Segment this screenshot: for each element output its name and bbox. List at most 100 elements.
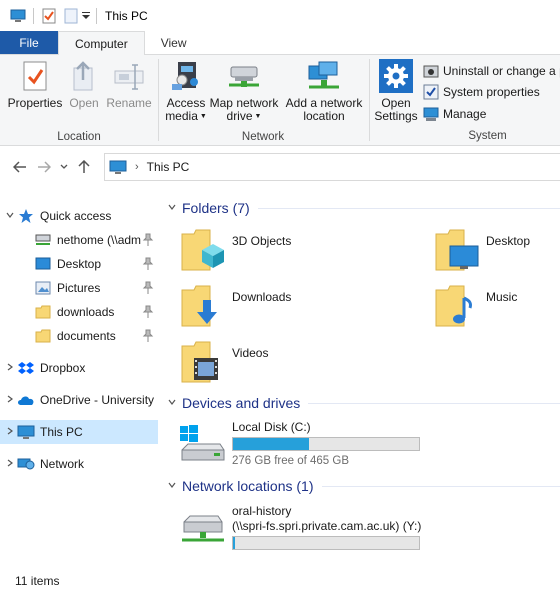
folder-icon xyxy=(34,328,52,344)
network-drive-icon xyxy=(34,232,52,248)
expanded-chevron-icon[interactable] xyxy=(164,398,180,409)
network-drive-icon xyxy=(178,508,228,548)
folder-name: Music xyxy=(486,290,518,304)
system-properties-icon xyxy=(423,84,439,100)
nav-network[interactable]: Network xyxy=(0,452,158,476)
nav-desktop[interactable]: Desktop xyxy=(0,252,158,276)
add-location-label-2: location xyxy=(303,109,345,123)
content-pane: Folders (7) 3D Objects Desktop Downloads… xyxy=(160,188,560,568)
access-media-icon xyxy=(169,59,203,93)
new-folder-quick-icon[interactable] xyxy=(62,7,80,25)
open-button[interactable]: Open xyxy=(64,59,104,110)
add-network-location-button[interactable]: Add a network location xyxy=(283,59,365,123)
map-network-drive-button[interactable]: Map network drive ▼ xyxy=(207,59,281,123)
nav-label: Pictures xyxy=(57,281,101,295)
collapsed-chevron-icon[interactable] xyxy=(3,459,17,470)
drive-free-space: 276 GB free of 465 GB xyxy=(232,455,349,467)
nav-this-pc[interactable]: This PC xyxy=(0,420,158,444)
nav-quick-access[interactable]: Quick access xyxy=(0,204,158,228)
section-divider xyxy=(257,207,560,209)
local-disk-icon xyxy=(178,424,228,464)
folder-item[interactable]: Downloads xyxy=(180,284,380,336)
local-disk-item[interactable]: Local Disk (C:) 276 GB free of 465 GB xyxy=(178,420,558,470)
nav-onedrive[interactable]: OneDrive - University xyxy=(0,388,158,412)
this-pc-icon[interactable] xyxy=(9,7,27,25)
properties-quick-icon[interactable] xyxy=(40,7,58,25)
network-group: Access media ▼ Map network drive ▼ Add a n… xyxy=(159,55,367,146)
address-bar[interactable]: › This PC xyxy=(104,153,560,181)
properties-icon xyxy=(18,59,52,93)
title-bar: This PC xyxy=(0,0,560,31)
breadcrumb-this-pc[interactable]: This PC xyxy=(147,160,190,174)
usage-bar-fill xyxy=(233,438,309,450)
nav-pictures[interactable]: Pictures xyxy=(0,276,158,300)
devices-section-header[interactable]: Devices and drives xyxy=(160,391,560,415)
network-location-name-2: (\\spri-fs.spri.private.cam.ac.uk) (Y:) xyxy=(232,519,422,533)
location-group-label: Location xyxy=(57,131,101,143)
folders-section-header[interactable]: Folders (7) xyxy=(160,196,560,220)
network-locations-section-header[interactable]: Network locations (1) xyxy=(160,474,560,498)
system-properties-button[interactable]: System properties xyxy=(423,84,540,100)
manage-label: Manage xyxy=(443,107,487,121)
folder-name: Videos xyxy=(232,346,269,360)
address-this-pc-icon xyxy=(109,160,127,175)
expanded-chevron-icon[interactable] xyxy=(164,481,180,492)
rename-icon xyxy=(112,59,146,93)
pin-icon[interactable] xyxy=(142,257,154,271)
system-properties-label: System properties xyxy=(443,85,540,99)
pin-icon[interactable] xyxy=(142,329,154,343)
tab-computer[interactable]: Computer xyxy=(58,31,145,55)
folder-item[interactable]: Videos xyxy=(180,340,380,392)
collapsed-chevron-icon[interactable] xyxy=(3,427,17,438)
nav-label: Quick access xyxy=(40,209,112,223)
expanded-chevron-icon[interactable] xyxy=(164,203,180,214)
customize-quick-access-icon[interactable] xyxy=(80,7,92,25)
separator xyxy=(96,7,97,24)
collapsed-chevron-icon[interactable] xyxy=(3,395,17,406)
folder-name: Desktop xyxy=(486,234,531,248)
uninstall-label: Uninstall or change a p xyxy=(443,64,560,78)
this-pc-icon xyxy=(17,424,35,440)
forward-arrow-icon[interactable] xyxy=(32,155,56,179)
uninstall-program-button[interactable]: Uninstall or change a p xyxy=(423,63,560,79)
folder-item[interactable]: Desktop xyxy=(434,228,560,280)
pin-icon[interactable] xyxy=(142,281,154,295)
tab-view[interactable]: View xyxy=(145,31,203,54)
section-divider xyxy=(321,485,560,487)
navigation-bar: › This PC xyxy=(0,146,560,188)
pin-icon[interactable] xyxy=(142,305,154,319)
collapsed-chevron-icon[interactable] xyxy=(3,363,17,374)
nav-nethome[interactable]: nethome (\\adm xyxy=(0,228,158,252)
tab-file[interactable]: File xyxy=(0,31,58,54)
rename-button[interactable]: Rename xyxy=(106,59,152,110)
manage-button[interactable]: Manage xyxy=(423,106,486,122)
up-arrow-icon[interactable] xyxy=(72,155,96,179)
nav-downloads[interactable]: downloads xyxy=(0,300,158,324)
desktop-icon xyxy=(34,256,52,272)
videos-folder-icon xyxy=(180,340,232,388)
back-arrow-icon[interactable] xyxy=(8,155,32,179)
access-media-button[interactable]: Access media ▼ xyxy=(163,59,209,123)
nav-documents[interactable]: documents xyxy=(0,324,158,348)
network-group-label: Network xyxy=(241,131,285,143)
open-settings-button[interactable]: Open Settings xyxy=(372,59,420,123)
dropbox-icon xyxy=(17,360,35,376)
section-divider xyxy=(308,402,560,404)
item-count: 11 items xyxy=(15,573,60,588)
pin-icon[interactable] xyxy=(142,233,154,247)
network-location-item[interactable]: oral-history (\\spri-fs.spri.private.cam… xyxy=(178,504,558,554)
recent-locations-chevron-icon[interactable] xyxy=(56,155,72,179)
status-bar: 11 items xyxy=(0,568,560,593)
access-media-label-2: media xyxy=(165,109,198,123)
navigation-pane: Quick access nethome (\\adm Desktop Pict… xyxy=(0,200,158,560)
expanded-chevron-icon[interactable] xyxy=(3,211,17,222)
folder-item[interactable]: 3D Objects xyxy=(180,228,380,280)
folder-item[interactable]: Music xyxy=(434,284,560,336)
nav-label: Network xyxy=(40,457,85,471)
breadcrumb-chevron-icon[interactable]: › xyxy=(135,161,139,173)
network-location-name-1: oral-history xyxy=(232,504,292,518)
nav-dropbox[interactable]: Dropbox xyxy=(0,356,158,380)
nav-label: documents xyxy=(57,329,116,343)
properties-button[interactable]: Properties xyxy=(6,59,64,110)
manage-icon xyxy=(423,106,439,122)
